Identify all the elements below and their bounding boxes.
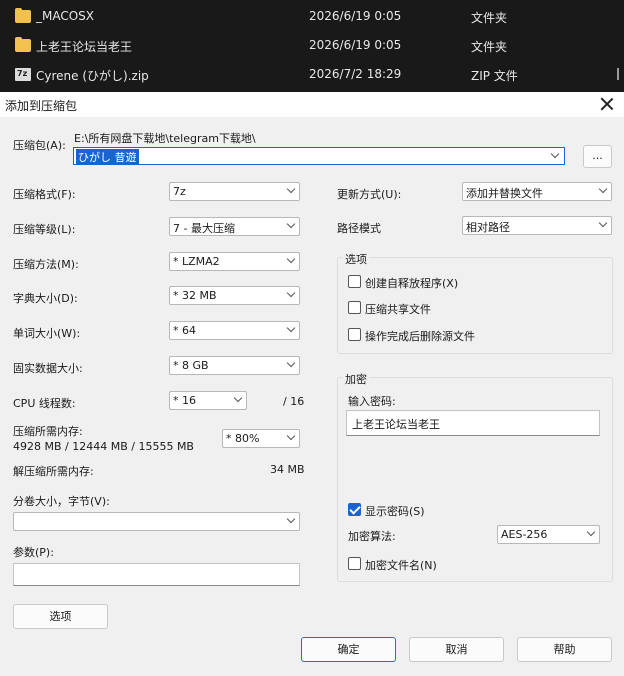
add-to-archive-dialog: 添加到压缩包 压缩包(A): E:\所有网盘下载地\telegram下载地\ ひ… [0,92,624,676]
update-mode-label: 更新方式(U): [337,188,402,201]
solid-size-value: * 8 GB [173,359,209,372]
encryption-method-label: 加密算法: [348,530,396,543]
format-label: 压缩格式(F): [13,188,76,201]
update-mode-select[interactable]: 添加并替换文件 [462,182,612,201]
file-explorer-list: _MACOSX 2026/6/19 0:05 文件夹 上老王论坛当老王 2026… [0,0,624,92]
file-date: 2026/6/19 0:05 [309,38,402,52]
threads-select[interactable]: * 16 [169,391,247,410]
word-size-value: * 64 [173,324,196,337]
chevron-down-icon [598,218,608,228]
method-value: * LZMA2 [173,255,220,268]
solid-size-label: 固实数据大小: [13,362,83,375]
memory-detail: 4928 MB / 12444 MB / 15555 MB [13,440,194,453]
chevron-down-icon [233,393,243,403]
options-group-title: 选项 [343,251,369,267]
file-row[interactable]: 上老王论坛当老王 2026/6/19 0:05 文件夹 [0,31,624,60]
path-mode-value: 相对路径 [466,221,510,234]
chevron-down-icon [286,431,296,441]
folder-icon [15,37,31,52]
params-label: 参数(P): [13,546,54,559]
chevron-down-icon [286,219,296,229]
encryption-method-select[interactable]: AES-256 [497,525,600,544]
threads-label: CPU 线程数: [13,397,76,410]
password-input[interactable]: 上老王论坛当老王 [346,410,600,436]
scrollbar[interactable] [617,68,619,80]
options-button[interactable]: 选项 [13,604,108,629]
dictionary-value: * 32 MB [173,289,217,302]
solid-size-select[interactable]: * 8 GB [169,356,300,375]
file-row[interactable]: _MACOSX 2026/6/19 0:05 文件夹 [0,2,624,31]
dialog-titlebar: 添加到压缩包 [0,92,624,117]
file-type: 文件夹 [471,40,508,54]
path-mode-select[interactable]: 相对路径 [462,216,612,235]
help-button[interactable]: 帮助 [517,637,612,662]
archive-name-combobox[interactable]: ひがし 昔遊 [73,147,565,165]
chevron-down-icon [286,184,296,194]
memory-select[interactable]: * 80% [222,429,300,448]
chevron-down-icon [598,184,608,194]
chevron-down-icon [286,358,296,368]
zip-file-icon [15,68,31,81]
level-select[interactable]: 7 - 最大压缩 [169,217,300,236]
chevron-down-icon [286,323,296,333]
file-type: 文件夹 [471,11,508,25]
file-date: 2026/6/19 0:05 [309,9,402,23]
sfx-checkbox[interactable] [348,275,361,288]
threads-value: * 16 [173,394,196,407]
show-password-checkbox[interactable] [348,503,361,516]
archive-label: 压缩包(A): [13,139,66,152]
archive-name-value: ひがし 昔遊 [76,149,139,165]
file-name: 上老王论坛当老王 [36,40,133,54]
word-size-select[interactable]: * 64 [169,321,300,340]
split-size-combobox[interactable] [13,512,300,531]
encrypt-names-label[interactable]: 加密文件名(N) [365,557,437,573]
chevron-down-icon [550,149,560,159]
format-select[interactable]: 7z [169,182,300,201]
path-mode-label: 路径模式 [337,222,381,235]
format-value: 7z [173,185,186,198]
ok-button[interactable]: 确定 [301,637,396,662]
decompress-memory-value: 34 MB [270,463,305,476]
params-input[interactable] [13,563,300,586]
encryption-group-title: 加密 [343,371,369,387]
chevron-down-icon [286,254,296,264]
threads-total: / 16 [283,395,305,408]
encryption-method-value: AES-256 [501,528,548,541]
method-select[interactable]: * LZMA2 [169,252,300,271]
shared-files-checkbox[interactable] [348,301,361,314]
word-size-label: 单词大小(W): [13,327,81,340]
browse-button[interactable]: ... [583,145,612,168]
shared-files-label[interactable]: 压缩共享文件 [365,301,431,317]
level-label: 压缩等级(L): [13,223,76,236]
delete-after-label[interactable]: 操作完成后删除源文件 [365,328,475,344]
archive-path: E:\所有网盘下载地\telegram下载地\ [74,132,256,145]
memory-value: * 80% [226,432,260,445]
file-date: 2026/7/2 18:29 [309,67,402,81]
dialog-title: 添加到压缩包 [5,99,78,113]
password-value: 上老王论坛当老王 [352,418,440,431]
level-value: 7 - 最大压缩 [173,222,235,235]
file-name: Cyrene (ひがし).zip [36,69,149,83]
method-label: 压缩方法(M): [13,258,79,271]
dictionary-label: 字典大小(D): [13,292,78,305]
memory-label: 压缩所需内存: [13,425,83,438]
password-label: 输入密码: [348,395,396,408]
file-row[interactable]: Cyrene (ひがし).zip 2026/7/2 18:29 ZIP 文件 [0,60,624,89]
split-size-label: 分卷大小，字节(V): [13,495,110,508]
encrypt-names-checkbox[interactable] [348,557,361,570]
cancel-button[interactable]: 取消 [409,637,504,662]
close-icon[interactable] [598,95,616,113]
chevron-down-icon [286,288,296,298]
dictionary-select[interactable]: * 32 MB [169,286,300,305]
decompress-memory-label: 解压缩所需内存: [13,465,94,478]
delete-after-checkbox[interactable] [348,328,361,341]
file-type: ZIP 文件 [471,69,518,83]
chevron-down-icon [286,514,296,524]
folder-icon [15,8,31,23]
sfx-label[interactable]: 创建自释放程序(X) [365,275,458,291]
file-name: _MACOSX [36,9,95,23]
chevron-down-icon [586,527,596,537]
update-mode-value: 添加并替换文件 [466,187,543,200]
show-password-label[interactable]: 显示密码(S) [365,503,425,519]
